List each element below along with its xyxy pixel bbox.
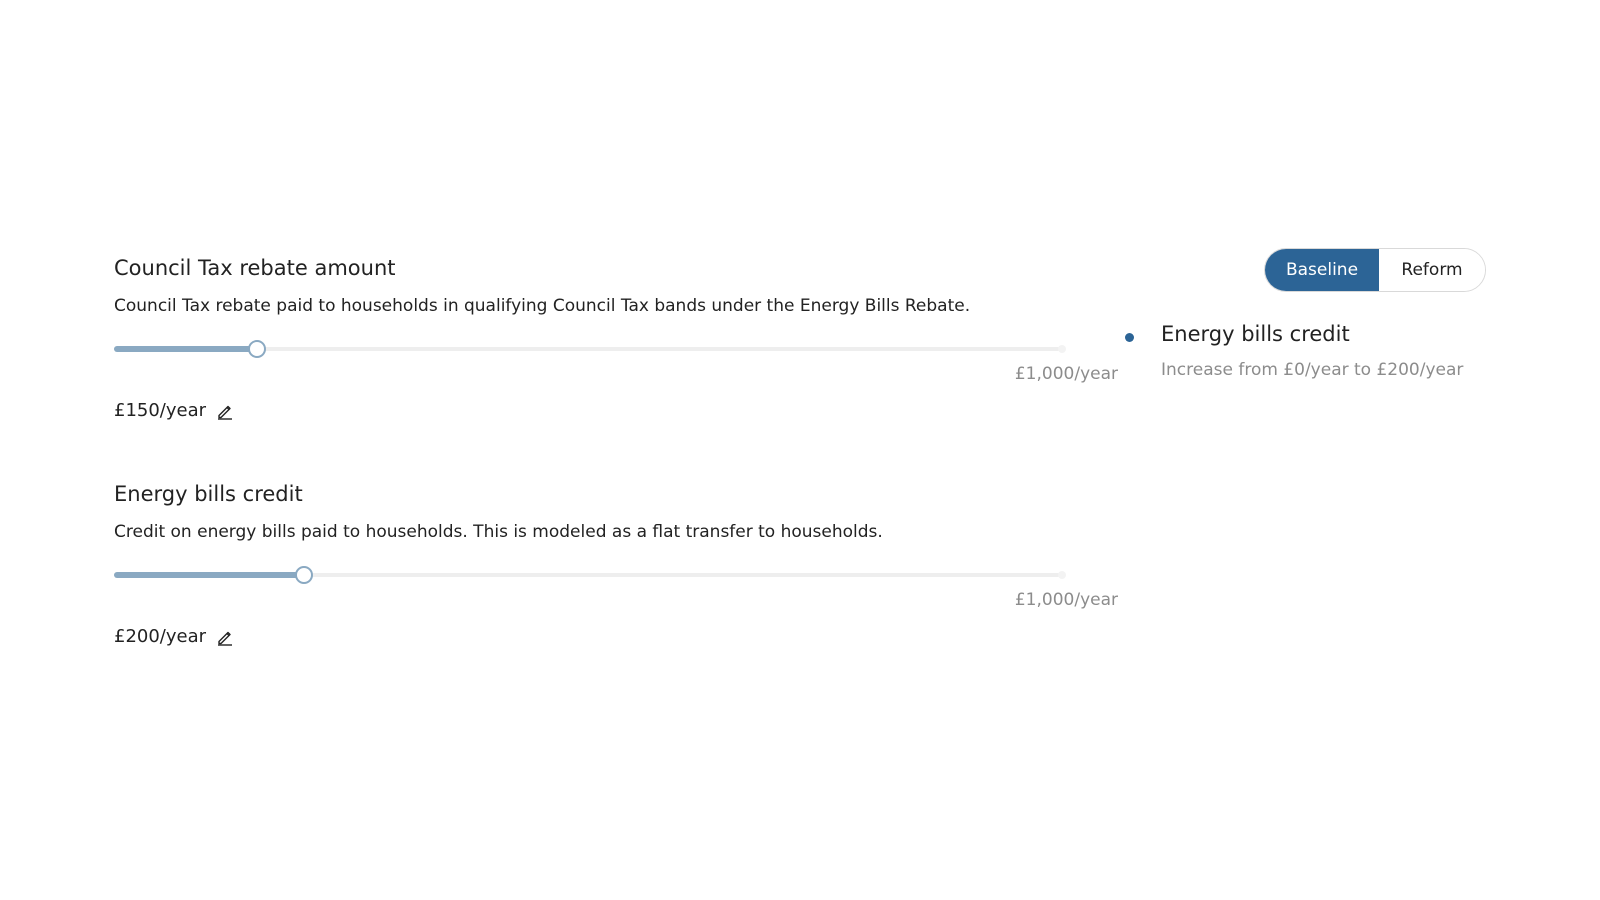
parameter-title: Energy bills credit bbox=[114, 482, 303, 506]
change-description: Increase from £0/year to £200/year bbox=[1161, 360, 1464, 380]
slider-end-marker bbox=[1058, 345, 1066, 353]
change-title: Energy bills credit bbox=[1161, 322, 1350, 346]
baseline-reform-toggle: Baseline Reform bbox=[1264, 248, 1486, 292]
pencil-icon[interactable] bbox=[216, 402, 234, 420]
parameter-council-tax-rebate: Council Tax rebate amount Council Tax re… bbox=[114, 250, 1118, 476]
parameter-title: Council Tax rebate amount bbox=[114, 256, 396, 280]
parameter-energy-bills-credit: Energy bills credit Credit on energy bil… bbox=[114, 476, 1118, 702]
parameter-value: £200/year bbox=[114, 626, 207, 647]
slider-fill bbox=[114, 346, 257, 352]
council-tax-rebate-slider[interactable] bbox=[114, 339, 1066, 359]
parameter-description: Credit on energy bills paid to household… bbox=[114, 522, 883, 542]
parameter-list: Council Tax rebate amount Council Tax re… bbox=[114, 250, 1118, 702]
slider-max-label: £1,000/year bbox=[1014, 590, 1118, 610]
reform-button[interactable]: Reform bbox=[1379, 249, 1485, 291]
policy-page: Council Tax rebate amount Council Tax re… bbox=[0, 0, 1600, 900]
energy-bills-credit-slider[interactable] bbox=[114, 565, 1066, 585]
value-row: £200/year bbox=[114, 626, 234, 647]
parameter-value: £150/year bbox=[114, 400, 207, 421]
slider-end-marker bbox=[1058, 571, 1066, 579]
value-row: £150/year bbox=[114, 400, 234, 421]
parameter-description: Council Tax rebate paid to households in… bbox=[114, 296, 971, 316]
pencil-icon[interactable] bbox=[216, 628, 234, 646]
slider-thumb[interactable] bbox=[295, 566, 313, 584]
slider-fill bbox=[114, 572, 304, 578]
baseline-button[interactable]: Baseline bbox=[1265, 249, 1379, 291]
slider-max-label: £1,000/year bbox=[1014, 364, 1118, 384]
bullet-dot-icon bbox=[1125, 333, 1134, 342]
slider-thumb[interactable] bbox=[248, 340, 266, 358]
